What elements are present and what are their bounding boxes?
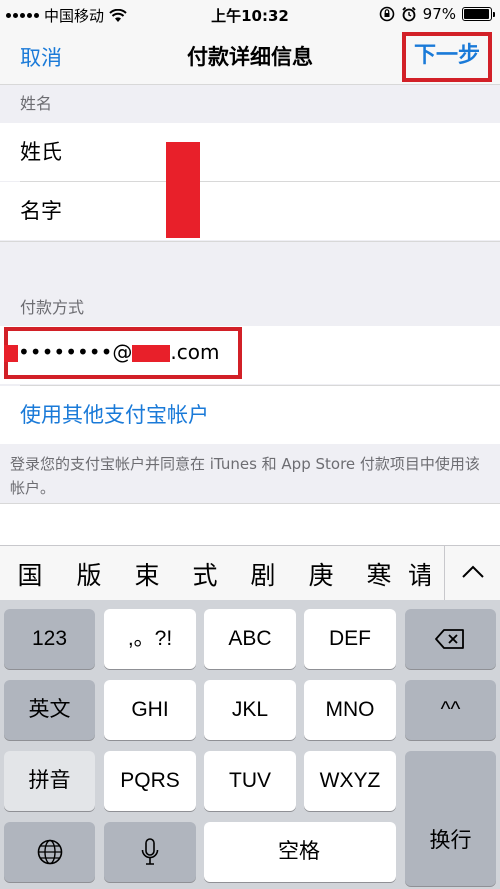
battery-level	[464, 9, 490, 19]
redaction-mark	[132, 345, 171, 362]
backspace-icon	[435, 629, 464, 649]
return-key[interactable]: 换行	[405, 751, 496, 886]
pinyin-key[interactable]: 拼音	[4, 751, 95, 811]
candidate-item[interactable]: 请	[408, 556, 430, 592]
key-wxyz[interactable]: WXYZ	[304, 751, 396, 811]
key-pqrs[interactable]: PQRS	[104, 751, 196, 811]
delete-key[interactable]	[405, 609, 496, 669]
first-name-label: 名字	[20, 199, 62, 223]
space-key[interactable]: 空格	[204, 822, 396, 882]
status-right: 97%	[379, 5, 495, 23]
expand-candidates-button[interactable]	[444, 546, 500, 601]
use-other-account-label: 使用其他支付宝帐户	[20, 403, 209, 427]
payment-note: 登录您的支付宝帐户并同意在 iTunes 和 App Store 付款项目中使用…	[10, 455, 480, 497]
alipay-account-value: ••••••••@ .com	[4, 340, 219, 364]
candidate-item[interactable]: 剧	[234, 556, 292, 592]
candidate-list: 国 版 束 式 剧 庚 寒 请	[0, 556, 450, 592]
key-mno[interactable]: MNO	[304, 680, 396, 740]
candidate-bar: 国 版 束 式 剧 庚 寒 请	[0, 545, 500, 601]
keyboard: 123 ,。?! ABC DEF 英文 GHI JKL MNO ^^ 拼音 PQ…	[0, 600, 500, 889]
key-def[interactable]: DEF	[304, 609, 396, 669]
last-name-label: 姓氏	[20, 140, 62, 164]
english-switch-key[interactable]: 英文	[4, 680, 95, 740]
globe-icon	[37, 839, 63, 865]
next-step-button[interactable]: 下一步	[402, 32, 492, 82]
status-bar: 中国移动 上午10:32 97%	[0, 0, 500, 28]
chevron-up-icon	[462, 565, 484, 578]
emoticon-key[interactable]: ^^	[405, 680, 496, 740]
microphone-icon	[141, 838, 159, 865]
alarm-icon	[402, 6, 416, 22]
dictation-key[interactable]	[104, 822, 196, 882]
candidate-item[interactable]: 式	[176, 556, 234, 592]
last-name-field[interactable]: 姓氏	[0, 123, 500, 181]
candidate-item[interactable]: 庚	[292, 556, 350, 592]
battery-percent: 97%	[422, 5, 456, 23]
redaction-mark	[4, 345, 18, 362]
rotation-lock-icon	[379, 6, 394, 22]
account-domain-suffix: .com	[170, 340, 220, 364]
use-other-alipay-account-link[interactable]: 使用其他支付宝帐户	[0, 386, 500, 444]
battery-icon	[462, 7, 495, 21]
candidate-item[interactable]: 版	[60, 556, 118, 592]
blank-area	[0, 503, 500, 545]
candidate-item[interactable]: 束	[118, 556, 176, 592]
navigation-bar: 取消 付款详细信息 下一步	[0, 28, 500, 85]
punctuation-key[interactable]: ,。?!	[104, 609, 196, 669]
first-name-field[interactable]: 名字	[0, 182, 500, 240]
key-abc[interactable]: ABC	[204, 609, 296, 669]
numbers-key[interactable]: 123	[4, 609, 95, 669]
account-masked-text: ••••••••@	[18, 340, 133, 364]
candidate-item[interactable]: 寒	[350, 556, 408, 592]
redaction-mark	[166, 142, 200, 238]
globe-key[interactable]	[4, 822, 95, 882]
payment-section-header: 付款方式	[0, 241, 500, 326]
candidate-item[interactable]: 国	[0, 556, 60, 592]
key-jkl[interactable]: JKL	[204, 680, 296, 740]
name-section-header: 姓名	[0, 86, 500, 122]
key-tuv[interactable]: TUV	[204, 751, 296, 811]
key-ghi[interactable]: GHI	[104, 680, 196, 740]
